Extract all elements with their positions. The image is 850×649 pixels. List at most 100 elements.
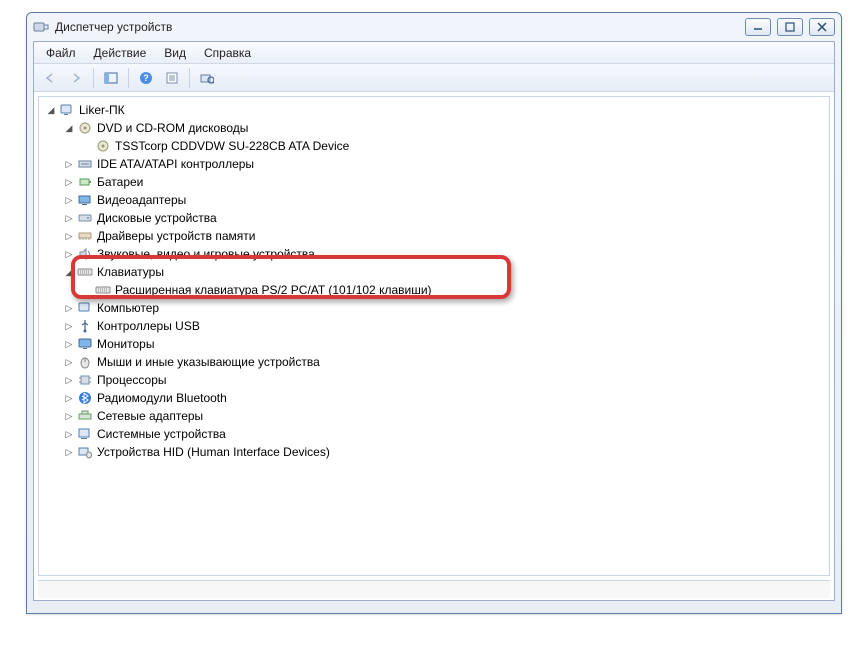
bluetooth-icon [77,390,93,406]
node-label: Компьютер [97,301,159,315]
show-hide-tree-button[interactable] [99,67,123,89]
sound-icon [77,246,93,262]
node-label: Дисковые устройства [97,211,217,225]
node-label: DVD и CD-ROM дисководы [97,121,248,135]
toolbar-separator [189,68,190,88]
category-keyboards[interactable]: ◢ Клавиатуры [63,263,829,281]
node-label: Батареи [97,175,143,189]
disc-drive-icon [95,138,111,154]
collapse-icon[interactable]: ◢ [45,104,57,116]
menu-action[interactable]: Действие [86,44,155,62]
help-button[interactable]: ? [134,67,158,89]
category-bluetooth[interactable]: ▷ Радиомодули Bluetooth [63,389,829,407]
node-label: Видеоадаптеры [97,193,186,207]
expand-icon[interactable]: ▷ [63,230,75,242]
node-label: TSSTcorp CDDVDW SU-228CB ATA Device [115,139,349,153]
node-label: Мыши и иные указывающие устройства [97,355,320,369]
expand-icon[interactable]: ▷ [63,392,75,404]
properties-button[interactable] [160,67,184,89]
expand-icon[interactable]: ▷ [63,320,75,332]
maximize-button[interactable] [777,18,803,36]
category-usb[interactable]: ▷ Контроллеры USB [63,317,829,335]
network-icon [77,408,93,424]
close-button[interactable] [809,18,835,36]
node-label: Расширенная клавиатура PS/2 PC/AT (101/1… [115,283,432,297]
cpu-icon [77,372,93,388]
menu-help[interactable]: Справка [196,44,259,62]
device-tree[interactable]: ◢ Liker-ПК ◢ DVD и CD-ROM дисководы [38,96,830,576]
nav-back-button[interactable] [38,67,62,89]
node-label: Устройства HID (Human Interface Devices) [97,445,330,459]
client-area: Файл Действие Вид Справка ? ◢ [33,41,835,601]
system-device-icon [77,426,93,442]
display-adapter-icon [77,192,93,208]
device-keyboard-ps2[interactable]: ▸ Расширенная клавиатура PS/2 PC/AT (101… [81,281,829,299]
menu-view[interactable]: Вид [156,44,194,62]
expand-icon[interactable]: ▷ [63,446,75,458]
expand-icon[interactable]: ▷ [63,212,75,224]
keyboard-icon [77,264,93,280]
mouse-icon [77,354,93,370]
menu-bar: Файл Действие Вид Справка [34,42,834,64]
category-cpu[interactable]: ▷ Процессоры [63,371,829,389]
node-label: Контроллеры USB [97,319,200,333]
window-title: Диспетчер устройств [55,20,745,34]
titlebar[interactable]: Диспетчер устройств [27,13,841,41]
nav-forward-button[interactable] [64,67,88,89]
category-dvd[interactable]: ◢ DVD и CD-ROM дисководы [63,119,829,137]
node-label: Сетевые адаптеры [97,409,203,423]
keyboard-icon [95,282,111,298]
toolbar-separator [93,68,94,88]
category-monitors[interactable]: ▷ Мониторы [63,335,829,353]
category-hid[interactable]: ▷ Устройства HID (Human Interface Devices… [63,443,829,461]
collapse-icon[interactable]: ◢ [63,122,75,134]
category-sound[interactable]: ▷ Звуковые, видео и игровые устройства [63,245,829,263]
category-disks[interactable]: ▷ Дисковые устройства [63,209,829,227]
device-item[interactable]: ▸ TSSTcorp CDDVDW SU-228CB ATA Device [81,137,829,155]
controller-icon [77,156,93,172]
memory-icon [77,228,93,244]
category-batteries[interactable]: ▷ Батареи [63,173,829,191]
node-label: Процессоры [97,373,167,387]
node-label: Мониторы [97,337,154,351]
node-label: IDE ATA/ATAPI контроллеры [97,157,254,171]
toolbar: ? [34,64,834,92]
computer-icon [59,102,75,118]
expand-icon[interactable]: ▷ [63,374,75,386]
battery-icon [77,174,93,190]
expand-icon[interactable]: ▷ [63,248,75,260]
expand-icon[interactable]: ▷ [63,302,75,314]
category-netadapters[interactable]: ▷ Сетевые адаптеры [63,407,829,425]
tree-root[interactable]: ◢ Liker-ПК [45,101,829,119]
expand-icon[interactable]: ▷ [63,428,75,440]
expand-icon[interactable]: ▷ [63,356,75,368]
node-label: Радиомодули Bluetooth [97,391,227,405]
expand-icon[interactable]: ▷ [63,194,75,206]
category-computer[interactable]: ▷ Компьютер [63,299,829,317]
status-bar [38,580,830,598]
expand-icon[interactable]: ▷ [63,410,75,422]
usb-icon [77,318,93,334]
category-memdrv[interactable]: ▷ Драйверы устройств памяти [63,227,829,245]
window-controls [745,18,835,36]
category-ide[interactable]: ▷ IDE ATA/ATAPI контроллеры [63,155,829,173]
minimize-button[interactable] [745,18,771,36]
expand-icon[interactable]: ▷ [63,158,75,170]
category-sysdev[interactable]: ▷Системные устройства [63,425,829,443]
menu-file[interactable]: Файл [38,44,84,62]
category-mice[interactable]: ▷ Мыши и иные указывающие устройства [63,353,829,371]
app-icon [33,19,49,35]
expand-icon[interactable]: ▷ [63,176,75,188]
collapse-icon[interactable]: ◢ [63,266,75,278]
svg-text:?: ? [143,73,149,83]
node-label: Звуковые, видео и игровые устройства [97,247,315,261]
scan-hardware-button[interactable] [195,67,219,89]
window: Диспетчер устройств Файл Действие Вид Сп… [26,12,842,614]
node-label: Клавиатуры [97,265,164,279]
node-label: Драйверы устройств памяти [97,229,255,243]
hid-icon [77,444,93,460]
computer-icon [77,300,93,316]
expand-icon[interactable]: ▷ [63,338,75,350]
disk-icon [77,210,93,226]
category-video[interactable]: ▷ Видеоадаптеры [63,191,829,209]
